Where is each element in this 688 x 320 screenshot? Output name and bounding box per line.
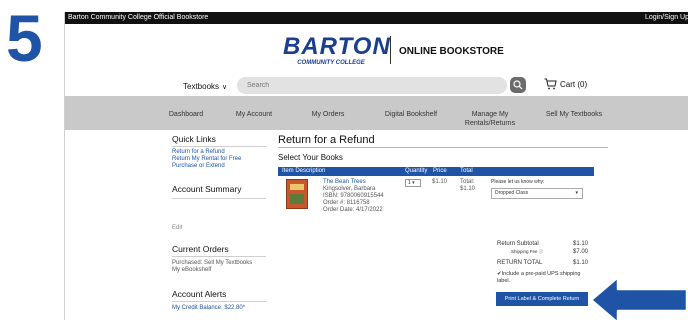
cart-link[interactable]: Cart (0) <box>544 78 588 90</box>
book-cover-image <box>286 179 308 209</box>
ups-label-option[interactable]: ✔Include a pre-paid UPS shipping label. <box>497 271 593 285</box>
logo-word: BARTON <box>283 33 391 60</box>
ups-label-text: Include a pre-paid UPS shipping label. <box>497 271 581 284</box>
pointer-arrow-icon <box>589 275 688 320</box>
book-isbn: ISBN: 9780060915544 <box>323 193 384 199</box>
nav-label-line1: Manage My <box>471 111 509 118</box>
subtotal-label: Return Subtotal <box>497 241 539 247</box>
store-name: Barton Community College Official Bookst… <box>68 14 209 21</box>
logo-divider <box>390 36 391 64</box>
search-input[interactable] <box>247 79 487 92</box>
book-title[interactable]: The Bean Trees <box>323 179 366 186</box>
item-price: $1.10 <box>432 179 448 185</box>
cart-label: Cart (0) <box>560 80 588 89</box>
return-total-label: RETURN TOTAL <box>497 260 543 266</box>
section-subtitle: Select Your Books <box>278 153 343 162</box>
quick-links-title: Quick Links <box>172 134 216 144</box>
quantity-value: 1 <box>408 180 411 186</box>
divider <box>172 256 266 257</box>
nav-label: My Orders <box>311 111 345 118</box>
account-alerts-title: Account Alerts <box>172 289 227 299</box>
reason-label: Please let us know why: <box>491 179 545 185</box>
nav-dashboard[interactable]: Dashboard <box>161 110 211 120</box>
link-return-refund[interactable]: Return for a Refund <box>172 149 225 155</box>
nav-label: My Account <box>235 111 273 118</box>
nav-manage-rentals[interactable]: Manage My Rentals/Returns <box>455 110 525 130</box>
nav-digital-bookshelf[interactable]: Digital Bookshelf <box>371 110 451 120</box>
link-purchase-extend[interactable]: Purchase or Extend <box>172 163 225 169</box>
textbooks-label: Textbooks <box>183 82 220 91</box>
chevron-down-icon: ∨ <box>222 84 228 91</box>
edit-link[interactable]: Edit <box>172 225 182 231</box>
tutorial-step: 5 Barton Community College Official Book… <box>0 0 688 320</box>
nav-sell-textbooks[interactable]: Sell My Textbooks <box>539 110 609 120</box>
main-nav: Dashboard My Account My Orders Digital B… <box>65 96 688 130</box>
search-bar[interactable] <box>237 77 507 94</box>
caret-down-icon: ▾ <box>575 190 578 196</box>
quantity-select[interactable]: 1 ▾ <box>405 179 421 187</box>
book-order-date: Order Date: 4/17/2022 <box>323 207 383 213</box>
order-ebookshelf[interactable]: My eBookshelf <box>172 267 211 273</box>
nav-my-orders[interactable]: My Orders <box>303 110 353 120</box>
col-quantity: Quantity <box>405 168 428 174</box>
item-total-label: Total: <box>460 179 475 185</box>
current-orders-title: Current Orders <box>172 244 229 254</box>
book-author: Kingsolver, Barbara <box>323 186 376 192</box>
link-return-rental[interactable]: Return My Rental for Free <box>172 156 241 162</box>
cover-band <box>290 184 304 190</box>
textbooks-dropdown[interactable]: Textbooks ∨ <box>183 82 227 91</box>
order-sell-textbooks[interactable]: Purchased: Sell My Textbooks <box>172 260 252 266</box>
bookstore-screen: Barton Community College Official Bookst… <box>64 12 688 320</box>
nav-label-line2: Rentals/Returns <box>464 120 516 127</box>
shipping-fee-value: $7.00 <box>572 249 588 255</box>
col-item-description: Item Description <box>282 168 326 174</box>
cart-icon <box>544 78 557 90</box>
step-number: 5 <box>6 1 43 75</box>
shipping-fee-text: Shipping Fee <box>511 249 538 254</box>
print-label-button[interactable]: Print Label & Complete Return <box>496 292 588 306</box>
item-total-value: $1.10 <box>460 186 476 192</box>
nav-label: Sell My Textbooks <box>545 111 603 118</box>
login-link[interactable]: Login/Sign Up <box>645 12 688 24</box>
return-reason-select[interactable]: Dropped Class ▾ <box>491 188 583 199</box>
cover-art <box>290 194 304 204</box>
book-order-number: Order #: 8116758 <box>323 200 370 206</box>
credit-balance: My Credit Balance: $22.80* <box>172 305 246 311</box>
nav-my-account[interactable]: My Account <box>227 110 281 120</box>
nav-label: Digital Bookshelf <box>384 111 438 118</box>
table-header: Item Description Quantity Price Total <box>278 167 594 176</box>
return-total-value: $1.10 <box>572 260 588 266</box>
page-title: Return for a Refund <box>278 134 375 146</box>
info-icon[interactable]: ⓘ <box>539 249 544 254</box>
barton-logo[interactable]: BARTON COMMUNITY COLLEGE <box>283 33 391 70</box>
reason-value: Dropped Class <box>495 190 529 196</box>
subtotal-value: $1.10 <box>572 241 588 247</box>
logo-subtitle: COMMUNITY COLLEGE <box>297 60 365 66</box>
col-total: Total <box>460 168 473 174</box>
account-summary-title: Account Summary <box>172 184 242 194</box>
shipping-fee-label: Shipping Fee ⓘ <box>511 249 543 255</box>
divider <box>278 147 608 148</box>
item-total: Total: $1.10 <box>460 179 475 193</box>
top-bar: Barton Community College Official Bookst… <box>65 12 688 24</box>
nav-label: Dashboard <box>168 111 204 118</box>
search-button[interactable] <box>510 77 526 93</box>
col-price: Price <box>433 168 447 174</box>
divider <box>172 301 266 302</box>
divider <box>172 146 266 147</box>
online-bookstore-label: ONLINE BOOKSTORE <box>399 46 504 57</box>
search-icon <box>513 80 523 90</box>
divider <box>172 198 266 199</box>
